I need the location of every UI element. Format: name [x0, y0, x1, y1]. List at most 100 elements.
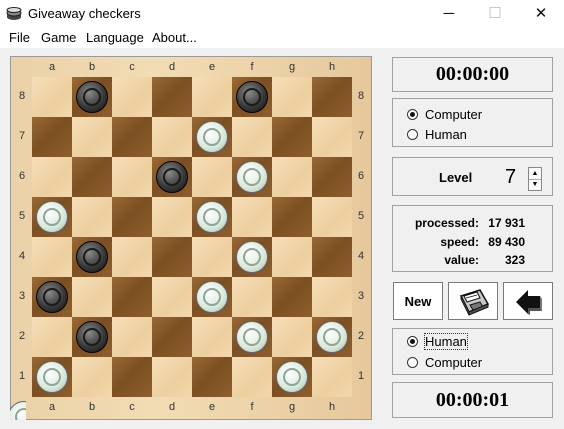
undo-move-button[interactable]	[503, 282, 553, 320]
board-square-g8[interactable]	[272, 77, 312, 117]
board-square-d4[interactable]	[152, 237, 192, 277]
board-square-g7[interactable]	[272, 117, 312, 157]
top-player-option-computer[interactable]: Computer	[407, 107, 482, 122]
top-player-option-human[interactable]: Human	[407, 127, 467, 142]
board-square-a6[interactable]	[32, 157, 72, 197]
board-square-g6[interactable]	[272, 157, 312, 197]
board-square-f7[interactable]	[232, 117, 272, 157]
file-label-top: h	[328, 61, 336, 73]
board-square-g2[interactable]	[272, 317, 312, 357]
rank-label-left: 2	[18, 330, 26, 342]
board-square-d2[interactable]	[152, 317, 192, 357]
board-square-f1[interactable]	[232, 357, 272, 397]
board-square-c8[interactable]	[112, 77, 152, 117]
board-square-e4[interactable]	[192, 237, 232, 277]
board-square-h3[interactable]	[312, 277, 352, 317]
bottom-player-option-human[interactable]: Human	[407, 333, 468, 350]
rank-label-right: 1	[357, 370, 365, 382]
board-square-b6[interactable]	[72, 157, 112, 197]
board-square-e2[interactable]	[192, 317, 232, 357]
board-square-d8[interactable]	[152, 77, 192, 117]
board-square-d5[interactable]	[152, 197, 192, 237]
white-checker-piece[interactable]	[196, 121, 228, 153]
captured-white-checker-piece	[10, 401, 26, 420]
new-game-button[interactable]: New	[393, 282, 443, 320]
board-square-h7[interactable]	[312, 117, 352, 157]
white-checker-piece[interactable]	[196, 281, 228, 313]
level-spinner[interactable]: ▲ ▼	[528, 167, 542, 191]
board-square-a7[interactable]	[32, 117, 72, 157]
board-square-b7[interactable]	[72, 117, 112, 157]
white-checker-piece[interactable]	[316, 321, 348, 353]
level-panel: Level 7 ▲ ▼	[392, 157, 553, 196]
menu-about[interactable]: About...	[152, 30, 197, 45]
bottom-player-option-computer[interactable]: Computer	[407, 355, 482, 370]
board-square-b5[interactable]	[72, 197, 112, 237]
board-square-h5[interactable]	[312, 197, 352, 237]
white-checker-piece[interactable]	[236, 241, 268, 273]
white-checker-piece[interactable]	[236, 321, 268, 353]
board-square-d1[interactable]	[152, 357, 192, 397]
spin-down-icon[interactable]: ▼	[529, 179, 541, 190]
checkers-board[interactable]	[32, 77, 352, 397]
board-square-d3[interactable]	[152, 277, 192, 317]
board-square-c5[interactable]	[112, 197, 152, 237]
radio-button[interactable]	[407, 336, 418, 347]
board-square-c4[interactable]	[112, 237, 152, 277]
minimize-button[interactable]: ─	[426, 0, 472, 28]
title-bar: Giveaway checkers ─ ☐ ✕	[0, 0, 564, 28]
rank-label-right: 5	[357, 210, 365, 222]
black-checker-piece[interactable]	[76, 81, 108, 113]
menu-game[interactable]: Game	[41, 30, 76, 45]
white-checker-piece[interactable]	[36, 361, 68, 393]
bottom-timer: 00:00:01	[392, 382, 553, 418]
rank-label-left: 8	[18, 90, 26, 102]
board-square-c3[interactable]	[112, 277, 152, 317]
board-square-a4[interactable]	[32, 237, 72, 277]
black-checker-piece[interactable]	[236, 81, 268, 113]
black-checker-piece[interactable]	[36, 281, 68, 313]
board-square-g3[interactable]	[272, 277, 312, 317]
black-checker-piece[interactable]	[76, 321, 108, 353]
board-square-b1[interactable]	[72, 357, 112, 397]
save-game-button[interactable]	[448, 282, 498, 320]
board-square-a8[interactable]	[32, 77, 72, 117]
radio-button[interactable]	[407, 129, 418, 140]
white-checker-piece[interactable]	[36, 201, 68, 233]
black-checker-piece[interactable]	[156, 161, 188, 193]
speed-value: 89 430	[488, 235, 525, 249]
board-square-d7[interactable]	[152, 117, 192, 157]
menu-file[interactable]: File	[9, 30, 30, 45]
white-checker-piece[interactable]	[236, 161, 268, 193]
board-square-h1[interactable]	[312, 357, 352, 397]
new-game-label: New	[404, 294, 432, 309]
board-square-c2[interactable]	[112, 317, 152, 357]
board-square-e6[interactable]	[192, 157, 232, 197]
search-stats-panel: processed: 17 931 speed: 89 430 value: 3…	[392, 205, 553, 272]
captured-pieces-tray	[10, 401, 26, 420]
close-button[interactable]: ✕	[518, 0, 564, 28]
file-label-top: d	[168, 61, 176, 73]
board-square-f3[interactable]	[232, 277, 272, 317]
white-checker-piece[interactable]	[276, 361, 308, 393]
maximize-button[interactable]: ☐	[472, 0, 518, 28]
board-square-b3[interactable]	[72, 277, 112, 317]
board-square-g4[interactable]	[272, 237, 312, 277]
radio-button[interactable]	[407, 109, 418, 120]
board-square-a2[interactable]	[32, 317, 72, 357]
board-square-c1[interactable]	[112, 357, 152, 397]
board-square-c6[interactable]	[112, 157, 152, 197]
board-square-e1[interactable]	[192, 357, 232, 397]
radio-button[interactable]	[407, 357, 418, 368]
board-square-c7[interactable]	[112, 117, 152, 157]
rank-label-left: 3	[18, 290, 26, 302]
menu-language[interactable]: Language	[86, 30, 144, 45]
board-square-f5[interactable]	[232, 197, 272, 237]
board-square-g5[interactable]	[272, 197, 312, 237]
board-square-h4[interactable]	[312, 237, 352, 277]
board-square-e8[interactable]	[192, 77, 232, 117]
black-checker-piece[interactable]	[76, 241, 108, 273]
board-square-h8[interactable]	[312, 77, 352, 117]
white-checker-piece[interactable]	[196, 201, 228, 233]
board-square-h6[interactable]	[312, 157, 352, 197]
